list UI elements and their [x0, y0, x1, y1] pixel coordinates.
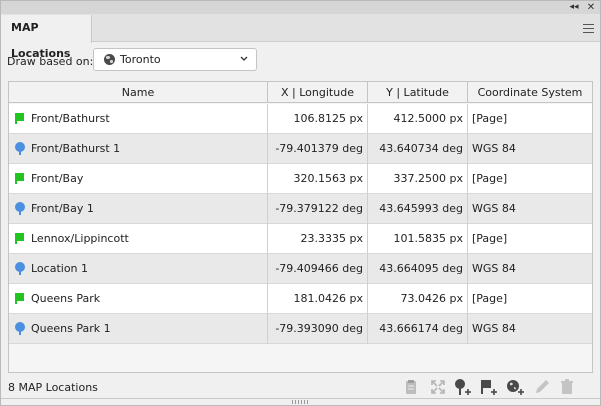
pin-icon: [15, 202, 25, 215]
panel-bottom-divider: [1, 398, 600, 399]
cell-name: Queens Park: [9, 284, 268, 314]
flag-icon: [15, 173, 24, 184]
column-header-x[interactable]: X | Longitude: [268, 82, 368, 103]
location-name: Queens Park: [31, 292, 101, 305]
resize-grip[interactable]: [292, 400, 310, 404]
table-row[interactable]: Front/Bay 320.1563 px 337.2500 px [Page]: [9, 164, 592, 194]
panel-titlebar: ◂◂ ✕: [1, 1, 600, 14]
cell-y-latitude: 101.5835 px: [368, 224, 468, 254]
cell-coordinate-system: [Page]: [472, 112, 508, 125]
location-name: Front/Bathurst: [31, 112, 110, 125]
add-pin-icon[interactable]: [453, 377, 473, 397]
location-name: Queens Park 1: [31, 322, 111, 335]
add-flag-icon[interactable]: [479, 377, 499, 397]
cell-coordinate-system: [Page]: [472, 172, 508, 185]
cell-x-longitude: -79.401379 deg: [268, 134, 368, 164]
table-header: Name X | Longitude Y | Latitude Coordina…: [9, 82, 592, 103]
pin-icon: [15, 142, 25, 155]
cell-x-longitude: 181.0426 px: [268, 284, 368, 314]
trash-icon[interactable]: [557, 377, 577, 397]
table-row[interactable]: Front/Bay 1 -79.379122 deg 43.645993 deg WG…: [9, 194, 592, 224]
location-count: 8 MAP Locations: [8, 381, 98, 394]
cell-y-latitude: 43.664095 deg: [368, 254, 468, 284]
cell-x-longitude: 320.1563 px: [268, 164, 368, 194]
location-name: Front/Bay 1: [31, 202, 94, 215]
chevron-down-icon: [240, 56, 248, 61]
tab-row: MAP Locations: [1, 14, 600, 60]
location-name: Front/Bathurst 1: [31, 142, 121, 155]
tab-map-locations[interactable]: MAP Locations: [1, 15, 92, 60]
table-row[interactable]: Front/Bathurst 1 -79.401379 deg 43.640734 …: [9, 134, 592, 164]
expand-icon[interactable]: [428, 377, 448, 397]
draw-based-on-label: Draw based on:: [7, 55, 94, 68]
cell-coordinate-system: WGS 84: [472, 322, 516, 335]
column-header-name[interactable]: Name: [9, 82, 268, 103]
cell-name: Front/Bay 1: [9, 194, 268, 224]
pencil-icon[interactable]: [532, 377, 552, 397]
cell-name: Front/Bay: [9, 164, 268, 194]
flag-icon: [15, 293, 24, 304]
cell-y-latitude: 43.640734 deg: [368, 134, 468, 164]
cell-coordinate-system: WGS 84: [472, 142, 516, 155]
cell-x-longitude: -79.409466 deg: [268, 254, 368, 284]
cell-y-latitude: 337.2500 px: [368, 164, 468, 194]
cell-x-longitude: -79.393090 deg: [268, 314, 368, 344]
table-row[interactable]: Queens Park 181.0426 px 73.0426 px [Page]: [9, 284, 592, 314]
panel-menu-icon[interactable]: [583, 24, 594, 33]
cell-coordinate-system: [Page]: [472, 232, 508, 245]
map-locations-panel: ◂◂ ✕ MAP Locations Draw based on: Toront…: [0, 0, 601, 406]
cell-name: Lennox/Lippincott: [9, 224, 268, 254]
pin-icon: [15, 322, 25, 335]
cell-name: Queens Park 1: [9, 314, 268, 344]
clipboard-icon[interactable]: [401, 377, 421, 397]
flag-icon: [15, 113, 24, 124]
location-name: Front/Bay: [31, 172, 84, 185]
add-globe-icon[interactable]: [505, 377, 525, 397]
table-row[interactable]: Lennox/Lippincott 23.3335 px 101.5835 px [P…: [9, 224, 592, 254]
cell-y-latitude: 43.666174 deg: [368, 314, 468, 344]
location-name: Lennox/Lippincott: [31, 232, 129, 245]
column-header-y[interactable]: Y | Latitude: [368, 82, 468, 103]
location-name: Location 1: [31, 262, 89, 275]
cell-coordinate-system: [Page]: [472, 292, 508, 305]
cell-name: Location 1: [9, 254, 268, 284]
globe-icon: [104, 54, 115, 65]
column-header-coordinate-system[interactable]: Coordinate System: [468, 82, 592, 103]
cell-y-latitude: 73.0426 px: [368, 284, 468, 314]
close-icon[interactable]: ✕: [585, 1, 597, 14]
locations-table: Name X | Longitude Y | Latitude Coordina…: [8, 81, 593, 373]
table-row[interactable]: Front/Bathurst 106.8125 px 412.5000 px [Pag…: [9, 104, 592, 134]
select-value: Toronto: [120, 53, 161, 66]
cell-x-longitude: 23.3335 px: [268, 224, 368, 254]
flag-icon: [15, 233, 24, 244]
cell-x-longitude: -79.379122 deg: [268, 194, 368, 224]
table-row[interactable]: Location 1 -79.409466 deg 43.664095 deg WGS…: [9, 254, 592, 284]
cell-name: Front/Bathurst 1: [9, 134, 268, 164]
draw-based-on-select[interactable]: Toronto: [93, 48, 257, 71]
collapse-icon[interactable]: ◂◂: [568, 1, 580, 14]
cell-x-longitude: 106.8125 px: [268, 104, 368, 134]
table-row[interactable]: Queens Park 1 -79.393090 deg 43.666174 deg…: [9, 314, 592, 344]
pin-icon: [15, 262, 25, 275]
cell-y-latitude: 43.645993 deg: [368, 194, 468, 224]
cell-coordinate-system: WGS 84: [472, 202, 516, 215]
cell-y-latitude: 412.5000 px: [368, 104, 468, 134]
cell-coordinate-system: WGS 84: [472, 262, 516, 275]
cell-name: Front/Bathurst: [9, 104, 268, 134]
